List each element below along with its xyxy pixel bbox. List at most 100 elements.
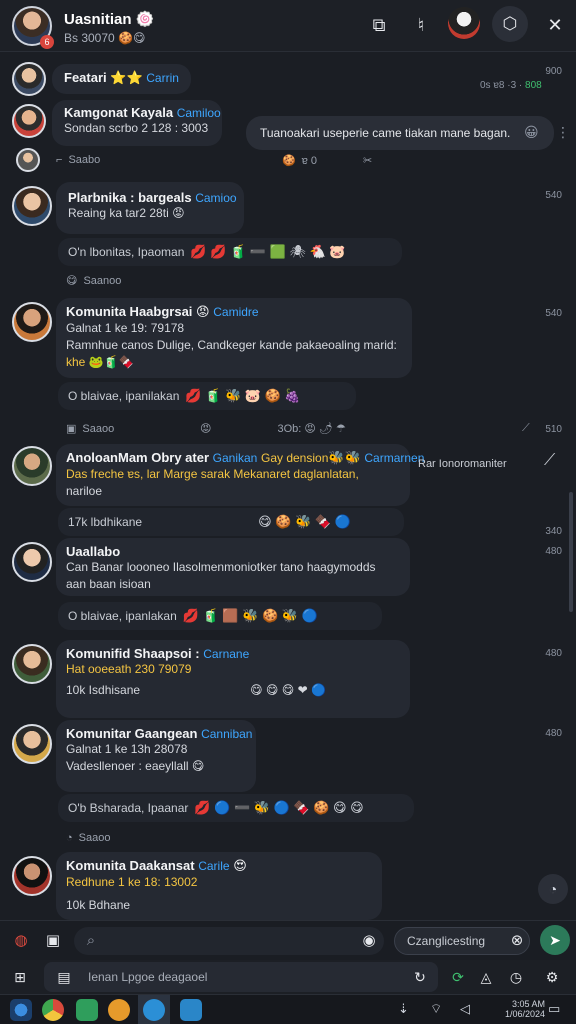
avatar[interactable] (12, 104, 46, 138)
sender-tag[interactable]: Canniban (201, 727, 252, 741)
chat-title-text: Uasnitian (64, 11, 132, 28)
scrollbar[interactable] (569, 492, 573, 612)
sender-name-text: Komunita Haabgrsai (66, 304, 193, 319)
sender-tag[interactable]: Camioo (195, 191, 236, 205)
reaction-label: O'b Bsharada, Ipaanar (68, 801, 189, 815)
avatar[interactable] (16, 148, 40, 172)
avatar[interactable] (12, 644, 52, 684)
sender-tag[interactable]: Ganikan (213, 451, 258, 465)
scissors-icon[interactable]: ✂ (363, 154, 372, 167)
shield-icon[interactable]: ◍ (10, 930, 32, 952)
history-icon[interactable]: ◷ (506, 967, 526, 987)
app-icon[interactable] (108, 999, 130, 1021)
sender-emoji: 🐝🐝 (328, 450, 361, 465)
message-input[interactable] (74, 927, 384, 955)
reaction-bar[interactable]: O'n lbonitas, Ipaoman 💋 💋 🧃 ➖ 🟩 🕷 🐔 🐷 (58, 238, 402, 266)
clear-icon[interactable]: ⊗ (506, 930, 528, 952)
message-line: Sondan scrbo 2 128 : 3003 (64, 121, 209, 135)
reply-row[interactable]: ▣ Saaoo (66, 422, 115, 436)
avatar[interactable] (12, 62, 46, 96)
refresh-icon[interactable]: ↻ (410, 967, 430, 987)
avatar[interactable] (12, 446, 52, 486)
edit-icon[interactable]: ⟋ (544, 452, 555, 470)
avatar[interactable] (12, 302, 52, 342)
close-icon[interactable]: ✕ (542, 12, 568, 38)
reaction-emojis[interactable]: 😋 🍪 🐝 🍫 🔵 (258, 514, 351, 530)
reaction-bar[interactable]: 17k lbdhikane 😋 🍪 🐝 🍫 🔵 (58, 508, 404, 536)
participant-avatar[interactable] (448, 7, 480, 39)
reaction-emojis[interactable]: 💋 🧃 🐝 🐷 🍪 🍇 (185, 388, 300, 404)
reaction-emojis[interactable]: 💋 🧃 🟫 🐝 🍪 🐝 🔵 (183, 608, 318, 624)
sender-tag[interactable]: Carnane (203, 647, 249, 661)
reaction-emoji[interactable]: 😀 (524, 124, 539, 141)
reaction-label: 17k lbdhikane (68, 515, 143, 529)
notification-icon[interactable]: ◬ (476, 967, 496, 987)
reaction-bar[interactable]: O blaivae, ipanilakan 💋 🧃 🐝 🐷 🍪 🍇 (58, 382, 356, 410)
sender-tag-3[interactable]: Carmarnen (364, 451, 424, 465)
clock[interactable]: 3:05 AM 1/06/2024 (505, 999, 545, 1019)
sender-tag[interactable]: Camidre (213, 305, 258, 319)
reaction-emojis[interactable]: 😋 😋 😋 ❤ 🔵 (250, 683, 326, 697)
edge-icon[interactable] (10, 999, 32, 1021)
reaction-bar[interactable]: O blaivae, ipanlakan 💋 🧃 🟫 🐝 🍪 🐝 🔵 (58, 602, 382, 630)
edit-icon[interactable]: ⟋ (522, 422, 530, 435)
chat-subtitle: Bs 30070 🍪😋 (64, 31, 146, 45)
sync-icon[interactable]: ⟳ (448, 967, 468, 987)
more-icon[interactable]: ⋮ (556, 124, 570, 141)
chrome-icon[interactable] (42, 999, 64, 1021)
timestamp: 540 (545, 190, 562, 201)
reaction-emojis[interactable]: 💋 🔵 ➖ 🐝 🔵 🍫 🍪 😋 😋 (194, 800, 363, 816)
reply-row[interactable]: ⌐ Saabo (56, 154, 100, 166)
notifications-icon[interactable]: ▭ (548, 1001, 560, 1017)
reply-label: Saaoo (82, 422, 115, 435)
chat-title[interactable]: Uasnitian 🍥 (64, 10, 154, 28)
search-bar: ⊞ Ienan Lpgoe deagaoel ▤ ↻ ⟳ ◬ ◷ ⚙ (0, 960, 576, 994)
avatar[interactable] (12, 542, 52, 582)
reply-row[interactable]: 😋 Saanoo (66, 274, 121, 288)
scroll-down-button[interactable]: ◔ (538, 874, 568, 904)
mail-icon[interactable] (180, 999, 202, 1021)
sender-tag-2[interactable]: Gay dension (261, 451, 328, 465)
files-icon[interactable] (76, 999, 98, 1021)
reaction-emojis[interactable]: 💋 💋 🧃 ➖ 🟩 🕷 🐔 🐷 (190, 244, 345, 260)
windows-icon[interactable]: ⊞ (10, 967, 30, 987)
sender-tag[interactable]: Carile (198, 859, 229, 873)
sender-name-text: Kamgonat Kayala (64, 105, 174, 120)
attach-icon[interactable]: ▣ (42, 930, 64, 952)
settings-icon[interactable]: ⬡ (492, 6, 528, 42)
phone-icon[interactable]: ♮ (408, 12, 434, 38)
wifi-icon[interactable]: ⌔ (430, 1001, 442, 1017)
record-icon[interactable]: ◉ (358, 930, 380, 952)
emoji-icon: 😋 (66, 275, 78, 287)
sender-tag[interactable]: Camiloo (177, 106, 221, 120)
sender-name: Komunitar Gaangean Canniban (66, 726, 252, 741)
reaction-bar[interactable]: O'b Bsharada, Ipaanar 💋 🔵 ➖ 🐝 🔵 🍫 🍪 😋 😋 (58, 794, 414, 822)
avatar[interactable] (12, 186, 52, 226)
avatar[interactable] (12, 856, 52, 896)
message-text: khe (66, 355, 86, 369)
settings-icon[interactable]: ⚙ (542, 967, 562, 987)
reaction-summary[interactable]: 🍪 ɐ 0 ✂ (282, 154, 372, 168)
reply-row[interactable]: ◔ Saaoo (66, 832, 110, 844)
message-bubble: Komunita Daakansat Carile 😍 Redhune 1 ke… (56, 852, 382, 920)
sender-name: Kamgonat Kayala Camiloo (64, 105, 221, 120)
send-icon[interactable]: ➤ (540, 925, 570, 955)
avatar[interactable] (12, 724, 52, 764)
message-line: Vadesllenoer : eaeyllall 😋 (66, 758, 246, 775)
page-icon: ▤ (57, 969, 71, 985)
chat-app-icon[interactable] (143, 999, 165, 1021)
timestamp: 480 (545, 546, 562, 557)
reaction-icon: 🍪 (282, 155, 296, 167)
volume-icon[interactable]: ◁ (460, 1001, 470, 1017)
composer: ◍ ▣ ⌕ ◉ Czanglicesting ⊗ ➤ (0, 920, 576, 960)
search-input[interactable]: Ienan Lpgoe deagaoel (44, 962, 438, 992)
photo-icon[interactable]: ⧉ (366, 12, 392, 38)
sender-tag[interactable]: Carrin (146, 71, 179, 85)
sender-emoji: ⭐⭐ (110, 70, 143, 85)
clock-time: 3:05 AM (512, 999, 546, 1009)
message-emoji: 😋 (191, 759, 205, 773)
message-line: Reaing ka tar2 28ti 😡 (68, 205, 232, 222)
message-feed[interactable]: 900 0s ɐ8 ·3 · 808 Featari ⭐⭐ Carrin Kam… (0, 52, 576, 920)
reaction-summary[interactable]: 😡 3Ob: 😡 🌶 ☂ (200, 422, 346, 435)
network-icon[interactable]: ⇣ (398, 1001, 409, 1017)
